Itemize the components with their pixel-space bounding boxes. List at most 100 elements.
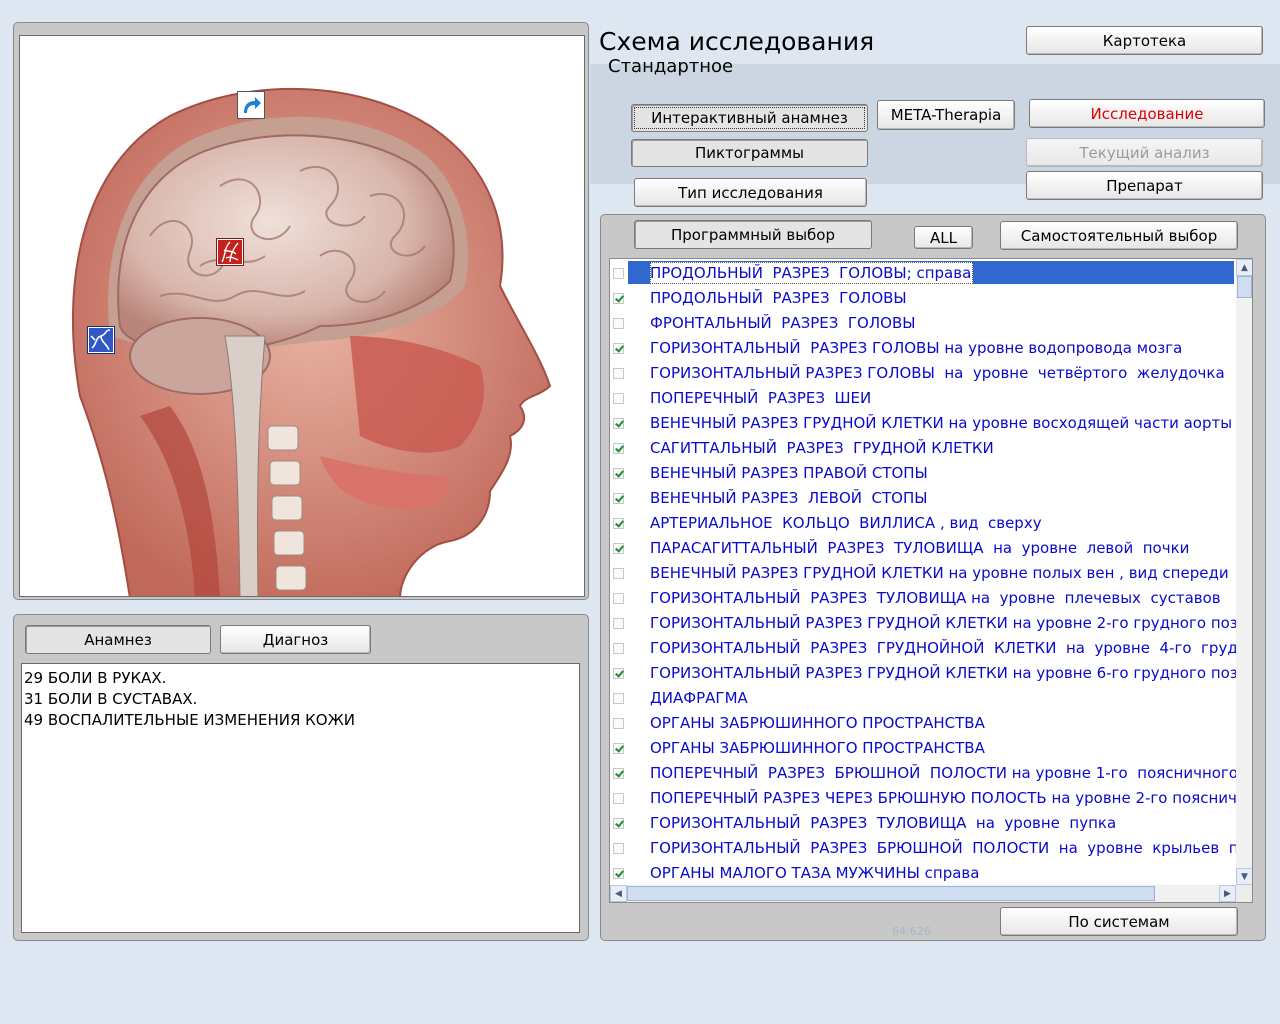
list-item-checkbox[interactable]: [613, 568, 624, 579]
list-item[interactable]: ГОРИЗОНТАЛЬНЫЙ РАЗРЕЗ ГРУДНОЙ КЛЕТКИ на …: [610, 611, 1236, 636]
kartoteka-button[interactable]: Картотека: [1026, 26, 1263, 55]
list-item[interactable]: ГОРИЗОНТАЛЬНЫЙ РАЗРЕЗ ТУЛОВИЩА на уровне…: [610, 586, 1234, 611]
list-item-label[interactable]: АРТЕРИАЛЬНОЕ КОЛЬЦО ВИЛЛИСА , вид сверху: [650, 513, 1042, 534]
list-item[interactable]: ПАРАСАГИТТАЛЬНЫЙ РАЗРЕЗ ТУЛОВИЩА на уров…: [610, 536, 1234, 561]
list-item-label[interactable]: ПАРАСАГИТТАЛЬНЫЙ РАЗРЕЗ ТУЛОВИЩА на уров…: [650, 538, 1189, 559]
list-item-label[interactable]: ГОРИЗОНТАЛЬНЫЙ РАЗРЕЗ ГРУДНОЙ КЛЕТКИ на …: [650, 663, 1236, 684]
list-item-checkbox[interactable]: [613, 293, 624, 304]
list-item-label[interactable]: ВЕНЕЧНЫЙ РАЗРЕЗ ЛЕВОЙ СТОПЫ: [650, 488, 927, 509]
list-item-label[interactable]: ГОРИЗОНТАЛЬНЫЙ РАЗРЕЗ ТУЛОВИЩА на уровне…: [650, 813, 1116, 834]
list-item-checkbox[interactable]: [613, 843, 624, 854]
research-type-button[interactable]: Тип исследования: [634, 178, 867, 207]
list-item-label[interactable]: ПРОДОЛЬНЫЙ РАЗРЕЗ ГОЛОВЫ: [650, 288, 907, 309]
interactive-anamnesis-button[interactable]: Интерактивный анамнез: [631, 104, 868, 132]
list-item-label[interactable]: ГОРИЗОНТАЛЬНЫЙ РАЗРЕЗ ГОЛОВЫ на уровне в…: [650, 338, 1182, 359]
list-item[interactable]: ВЕНЕЧНЫЙ РАЗРЕЗ ПРАВОЙ СТОПЫ: [610, 461, 1234, 486]
list-item[interactable]: ОРГАНЫ ЗАБРЮШИННОГО ПРОСТРАНСТВА: [610, 711, 1234, 736]
anamnesis-textbox[interactable]: 29 БОЛИ В РУКАХ. 31 БОЛИ В СУСТАВАХ. 49 …: [21, 663, 580, 933]
list-item-checkbox[interactable]: [613, 493, 624, 504]
list-item-label[interactable]: САГИТТАЛЬНЫЙ РАЗРЕЗ ГРУДНОЙ КЛЕТКИ: [650, 438, 994, 459]
list-item[interactable]: ПОПЕРЕЧНЫЙ РАЗРЕЗ ЧЕРЕЗ БРЮШНУЮ ПОЛОСТЬ …: [610, 786, 1236, 811]
list-item-checkbox[interactable]: [613, 668, 624, 679]
vertical-scroll-thumb[interactable]: [1237, 276, 1252, 298]
anamnesis-tab[interactable]: Анамнез: [25, 625, 211, 654]
scroll-up-button[interactable]: ▲: [1236, 259, 1252, 276]
preparation-button[interactable]: Препарат: [1026, 171, 1263, 200]
self-choice-button[interactable]: Самостоятельный выбор: [1000, 221, 1238, 250]
list-item-checkbox[interactable]: [613, 368, 624, 379]
horizontal-scroll-thumb[interactable]: [627, 886, 1155, 901]
list-item-label[interactable]: ПОПЕРЕЧНЫЙ РАЗРЕЗ БРЮШНОЙ ПОЛОСТИ на уро…: [650, 763, 1236, 784]
list-item-label[interactable]: ГОРИЗОНТАЛЬНЫЙ РАЗРЕЗ ГРУДНОЙ КЛЕТКИ на …: [650, 613, 1236, 634]
diagnosis-tab[interactable]: Диагноз: [220, 625, 371, 654]
list-item[interactable]: ПОПЕРЕЧНЫЙ РАЗРЕЗ БРЮШНОЙ ПОЛОСТИ на уро…: [610, 761, 1236, 786]
list-item[interactable]: ГОРИЗОНТАЛЬНЫЙ РАЗРЕЗ ТУЛОВИЩА на уровне…: [610, 811, 1234, 836]
list-item-checkbox[interactable]: [613, 643, 624, 654]
list-item-label[interactable]: ПОПЕРЕЧНЫЙ РАЗРЕЗ ЧЕРЕЗ БРЮШНУЮ ПОЛОСТЬ …: [650, 788, 1236, 809]
list-item-checkbox[interactable]: [613, 418, 624, 429]
list-item-checkbox[interactable]: [613, 468, 624, 479]
list-item[interactable]: ГОРИЗОНТАЛЬНЫЙ РАЗРЕЗ ГРУДНОЙ КЛЕТКИ на …: [610, 661, 1236, 686]
list-item[interactable]: ПРОДОЛЬНЫЙ РАЗРЕЗ ГОЛОВЫ; справа: [610, 261, 1234, 286]
list-item[interactable]: ОРГАНЫ МАЛОГО ТАЗА МУЖЧИНЫ справа: [610, 861, 1234, 885]
list-item-checkbox[interactable]: [613, 518, 624, 529]
list-item-label[interactable]: ОРГАНЫ ЗАБРЮШИННОГО ПРОСТРАНСТВА: [650, 713, 985, 734]
by-systems-button[interactable]: По системам: [1000, 907, 1238, 936]
list-item[interactable]: ПРОДОЛЬНЫЙ РАЗРЕЗ ГОЛОВЫ: [610, 286, 1234, 311]
list-item-checkbox[interactable]: [613, 393, 624, 404]
list-item-label[interactable]: ОРГАНЫ МАЛОГО ТАЗА МУЖЧИНЫ справа: [650, 863, 979, 884]
list-item[interactable]: ВЕНЕЧНЫЙ РАЗРЕЗ ГРУДНОЙ КЛЕТКИ на уровне…: [610, 561, 1234, 586]
list-item-label[interactable]: ВЕНЕЧНЫЙ РАЗРЕЗ ПРАВОЙ СТОПЫ: [650, 463, 928, 484]
scroll-right-button[interactable]: ▶: [1219, 885, 1236, 902]
list-item[interactable]: ОРГАНЫ ЗАБРЮШИННОГО ПРОСТРАНСТВА: [610, 736, 1234, 761]
list-item-checkbox[interactable]: [613, 718, 624, 729]
research-button[interactable]: Исследование: [1029, 99, 1265, 128]
list-item-label[interactable]: ГОРИЗОНТАЛЬНЫЙ РАЗРЕЗ ТУЛОВИЩА на уровне…: [650, 588, 1221, 609]
research-list[interactable]: ПРОДОЛЬНЫЙ РАЗРЕЗ ГОЛОВЫ; справа ПРОДОЛЬН…: [609, 258, 1253, 903]
list-item-checkbox[interactable]: [613, 693, 624, 704]
list-item[interactable]: ГОРИЗОНТАЛЬНЫЙ РАЗРЕЗ ГРУДНОЙНОЙ КЛЕТКИ …: [610, 636, 1236, 661]
list-item-checkbox[interactable]: [613, 443, 624, 454]
list-item[interactable]: ФРОНТАЛЬНЫЙ РАЗРЕЗ ГОЛОВЫ: [610, 311, 1234, 336]
list-item[interactable]: ВЕНЕЧНЫЙ РАЗРЕЗ ГРУДНОЙ КЛЕТКИ на уровне…: [610, 411, 1234, 436]
list-item[interactable]: ГОРИЗОНТАЛЬНЫЙ РАЗРЕЗ ГОЛОВЫ на уровне ч…: [610, 361, 1234, 386]
list-item-label[interactable]: ГОРИЗОНТАЛЬНЫЙ РАЗРЕЗ ГОЛОВЫ на уровне ч…: [650, 363, 1225, 384]
list-item-checkbox[interactable]: [613, 268, 624, 279]
list-item-label[interactable]: ОРГАНЫ ЗАБРЮШИННОГО ПРОСТРАНСТВА: [650, 738, 985, 759]
list-item-label[interactable]: ФРОНТАЛЬНЫЙ РАЗРЕЗ ГОЛОВЫ: [650, 313, 915, 334]
list-item[interactable]: ДИАФРАГМА: [610, 686, 1234, 711]
meta-therapia-button[interactable]: META-Therapia: [877, 100, 1015, 130]
list-item-checkbox[interactable]: [613, 743, 624, 754]
list-item[interactable]: САГИТТАЛЬНЫЙ РАЗРЕЗ ГРУДНОЙ КЛЕТКИ: [610, 436, 1234, 461]
list-item-label[interactable]: ВЕНЕЧНЫЙ РАЗРЕЗ ГРУДНОЙ КЛЕТКИ на уровне…: [650, 413, 1232, 434]
vertical-scrollbar[interactable]: ▲ ▼: [1236, 259, 1252, 885]
list-item-checkbox[interactable]: [613, 768, 624, 779]
list-item[interactable]: ГОРИЗОНТАЛЬНЫЙ РАЗРЕЗ БРЮШНОЙ ПОЛОСТИ на…: [610, 836, 1236, 861]
blood-vessels-icon[interactable]: [216, 238, 244, 266]
list-item-label[interactable]: ПРОДОЛЬНЫЙ РАЗРЕЗ ГОЛОВЫ; справа: [650, 263, 971, 284]
pictograms-button[interactable]: Пиктограммы: [631, 139, 868, 167]
list-item-checkbox[interactable]: [613, 318, 624, 329]
list-item-label[interactable]: ПОПЕРЕЧНЫЙ РАЗРЕЗ ШЕИ: [650, 388, 871, 409]
all-button[interactable]: ALL: [914, 226, 973, 249]
list-item-label[interactable]: ВЕНЕЧНЫЙ РАЗРЕЗ ГРУДНОЙ КЛЕТКИ на уровне…: [650, 563, 1229, 584]
curved-arrow-icon[interactable]: [237, 91, 265, 119]
list-item-label[interactable]: ДИАФРАГМА: [650, 688, 748, 709]
list-item[interactable]: АРТЕРИАЛЬНОЕ КОЛЬЦО ВИЛЛИСА , вид сверху: [610, 511, 1234, 536]
horizontal-scrollbar[interactable]: ◀ ▶: [610, 885, 1236, 902]
scroll-left-button[interactable]: ◀: [610, 885, 627, 902]
list-item[interactable]: ГОРИЗОНТАЛЬНЫЙ РАЗРЕЗ ГОЛОВЫ на уровне в…: [610, 336, 1234, 361]
list-item-checkbox[interactable]: [613, 868, 624, 879]
list-item[interactable]: ПОПЕРЕЧНЫЙ РАЗРЕЗ ШЕИ: [610, 386, 1234, 411]
list-item[interactable]: ВЕНЕЧНЫЙ РАЗРЕЗ ЛЕВОЙ СТОПЫ: [610, 486, 1234, 511]
list-item-checkbox[interactable]: [613, 818, 624, 829]
scroll-down-button[interactable]: ▼: [1236, 868, 1252, 885]
list-item-label[interactable]: ГОРИЗОНТАЛЬНЫЙ РАЗРЕЗ БРЮШНОЙ ПОЛОСТИ на…: [650, 838, 1236, 859]
program-choice-button[interactable]: Программный выбор: [634, 220, 872, 249]
list-item-checkbox[interactable]: [613, 543, 624, 554]
list-item-checkbox[interactable]: [613, 793, 624, 804]
nerve-icon[interactable]: [87, 326, 115, 354]
list-item-checkbox[interactable]: [613, 343, 624, 354]
list-item-checkbox[interactable]: [613, 593, 624, 604]
list-item-label[interactable]: ГОРИЗОНТАЛЬНЫЙ РАЗРЕЗ ГРУДНОЙНОЙ КЛЕТКИ …: [650, 638, 1236, 659]
